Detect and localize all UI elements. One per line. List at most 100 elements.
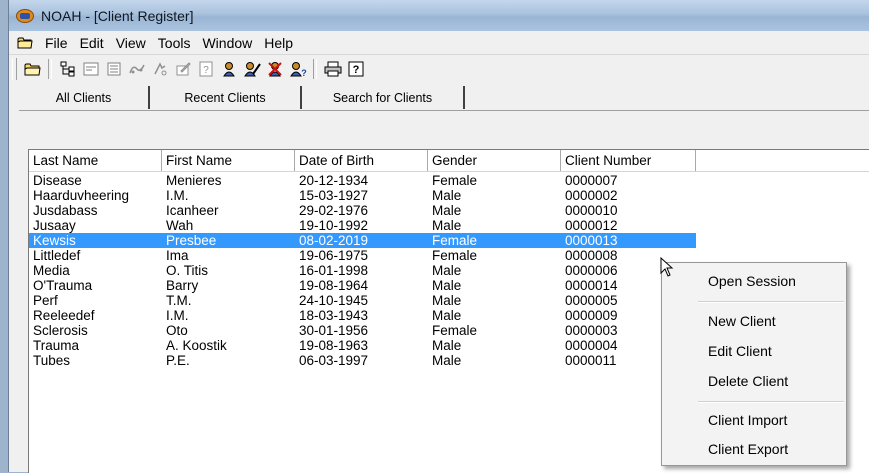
new-client-icon[interactable] bbox=[220, 60, 238, 78]
cell-gender: Male bbox=[432, 203, 462, 218]
cell-first-name: O. Titis bbox=[166, 263, 209, 278]
menu-bar: File Edit View Tools Window Help bbox=[9, 31, 869, 55]
cell-last-name: Haarduvheering bbox=[33, 188, 130, 203]
menu-edit[interactable]: Edit bbox=[74, 35, 110, 51]
table-row[interactable]: Perf T.M. 24-10-1945 Male 0000005 bbox=[29, 293, 696, 308]
delete-client-icon[interactable] bbox=[266, 60, 284, 78]
svg-text:?: ? bbox=[203, 65, 209, 76]
help-icon[interactable]: ? bbox=[347, 60, 365, 78]
cell-date-of-birth: 06-03-1997 bbox=[299, 353, 369, 368]
cell-date-of-birth: 19-06-1975 bbox=[299, 248, 369, 263]
cell-client-number: 0000013 bbox=[565, 233, 618, 248]
find-client-icon[interactable]: ? bbox=[289, 60, 307, 78]
table-row[interactable]: Littledef Ima 19-06-1975 Female 0000008 bbox=[29, 248, 696, 263]
column-header-first-name[interactable]: First Name bbox=[162, 150, 295, 171]
toolbar: ? ? ? bbox=[9, 55, 869, 83]
column-header-gender[interactable]: Gender bbox=[428, 150, 561, 171]
tree-view-icon[interactable] bbox=[59, 60, 77, 78]
menu-item-client-import[interactable]: Client Import bbox=[708, 412, 787, 428]
cell-client-number: 0000007 bbox=[565, 173, 618, 188]
help-question-icon[interactable]: ? bbox=[197, 60, 215, 78]
svg-text:?: ? bbox=[301, 68, 307, 77]
list-header: Last Name First Name Date of Birth Gende… bbox=[29, 150, 869, 172]
card-view-icon[interactable] bbox=[105, 60, 123, 78]
table-row[interactable]: Sclerosis Oto 30-01-1956 Female 0000003 bbox=[29, 323, 696, 338]
cell-last-name: Littledef bbox=[33, 248, 81, 263]
cell-client-number: 0000008 bbox=[565, 248, 618, 263]
menu-tools[interactable]: Tools bbox=[152, 35, 197, 51]
menu-window[interactable]: Window bbox=[196, 35, 258, 51]
cell-first-name: Barry bbox=[166, 278, 199, 293]
menu-help[interactable]: Help bbox=[258, 35, 299, 51]
tab-recent-clients[interactable]: Recent Clients bbox=[150, 86, 302, 109]
cell-date-of-birth: 19-08-1964 bbox=[299, 278, 369, 293]
main-window: NOAH - [Client Register] File Edit View … bbox=[8, 0, 869, 473]
form-view-icon[interactable] bbox=[82, 60, 100, 78]
table-row[interactable]: O'Trauma Barry 19-08-1964 Male 0000014 bbox=[29, 278, 696, 293]
cell-date-of-birth: 29-02-1976 bbox=[299, 203, 369, 218]
cell-date-of-birth: 15-03-1927 bbox=[299, 188, 369, 203]
menu-item-open-session[interactable]: Open Session bbox=[708, 273, 796, 289]
table-row[interactable]: Jusdabass Icanheer 29-02-1976 Male 0000010 bbox=[29, 203, 696, 218]
column-header-filler bbox=[696, 150, 869, 171]
tab-search-for-clients[interactable]: Search for Clients bbox=[302, 86, 465, 109]
client-tabs: All Clients Recent Clients Search for Cl… bbox=[19, 86, 465, 111]
cell-first-name: I.M. bbox=[166, 308, 189, 323]
cell-first-name: A. Koostik bbox=[166, 338, 227, 353]
cell-first-name: Ima bbox=[166, 248, 189, 263]
menu-item-new-client[interactable]: New Client bbox=[708, 313, 776, 329]
menu-item-client-export[interactable]: Client Export bbox=[708, 441, 788, 457]
cell-date-of-birth: 20-12-1934 bbox=[299, 173, 369, 188]
menu-file[interactable]: File bbox=[39, 35, 74, 51]
cell-client-number: 0000010 bbox=[565, 203, 618, 218]
context-menu: Open Session New Client Edit Client Dele… bbox=[661, 262, 847, 466]
column-header-date-of-birth[interactable]: Date of Birth bbox=[295, 150, 428, 171]
folder-icon[interactable] bbox=[17, 36, 33, 49]
cell-date-of-birth: 24-10-1945 bbox=[299, 293, 369, 308]
cell-gender: Female bbox=[432, 248, 478, 263]
cell-gender: Female bbox=[432, 323, 478, 338]
cell-first-name: I.M. bbox=[166, 188, 189, 203]
title-bar[interactable]: NOAH - [Client Register] bbox=[9, 0, 869, 31]
edit-client-icon[interactable] bbox=[243, 60, 261, 78]
tab-divider bbox=[19, 110, 869, 111]
print-icon[interactable] bbox=[324, 60, 342, 78]
cell-gender: Male bbox=[432, 353, 462, 368]
cell-first-name: Presbee bbox=[166, 233, 217, 248]
table-row[interactable]: Tubes P.E. 06-03-1997 Male 0000011 bbox=[29, 353, 696, 368]
edit-journal-icon[interactable] bbox=[174, 60, 192, 78]
table-row[interactable]: Kewsis Presbee 08-02-2019 Female 0000013 bbox=[29, 233, 696, 248]
cell-gender: Female bbox=[432, 173, 478, 188]
noah-app-icon[interactable] bbox=[16, 8, 34, 24]
cell-gender: Male bbox=[432, 308, 462, 323]
cell-last-name: Disease bbox=[33, 173, 82, 188]
open-folder-icon[interactable] bbox=[24, 60, 42, 78]
column-header-client-number[interactable]: Client Number bbox=[561, 150, 696, 171]
table-row[interactable]: Reeleedef I.M. 18-03-1943 Male 0000009 bbox=[29, 308, 696, 323]
menu-item-edit-client[interactable]: Edit Client bbox=[708, 343, 772, 359]
fitting-icon[interactable] bbox=[151, 60, 169, 78]
table-row[interactable]: Media O. Titis 16-01-1998 Male 0000006 bbox=[29, 263, 696, 278]
hearing-measure-icon[interactable] bbox=[128, 60, 146, 78]
mouse-cursor-icon bbox=[660, 257, 674, 277]
cell-first-name: Oto bbox=[166, 323, 188, 338]
toolbar-separator bbox=[48, 59, 52, 79]
window-title: NOAH - [Client Register] bbox=[41, 7, 194, 24]
cell-date-of-birth: 16-01-1998 bbox=[299, 263, 369, 278]
menu-item-delete-client[interactable]: Delete Client bbox=[708, 373, 788, 389]
table-row[interactable]: Jusaay Wah 19-10-1992 Male 0000012 bbox=[29, 218, 696, 233]
tab-all-clients[interactable]: All Clients bbox=[19, 86, 150, 109]
cell-gender: Male bbox=[432, 218, 462, 233]
table-row[interactable]: Disease Menieres 20-12-1934 Female 0000007 bbox=[29, 173, 696, 188]
cell-gender: Male bbox=[432, 338, 462, 353]
cell-date-of-birth: 08-02-2019 bbox=[299, 233, 369, 248]
cell-last-name: Media bbox=[33, 263, 70, 278]
table-row[interactable]: Haarduvheering I.M. 15-03-1927 Male 0000002 bbox=[29, 188, 696, 203]
table-row[interactable]: Trauma A. Koostik 19-08-1963 Male 0000004 bbox=[29, 338, 696, 353]
toolbar-grip[interactable] bbox=[12, 58, 17, 80]
cell-first-name: Menieres bbox=[166, 173, 222, 188]
column-header-last-name[interactable]: Last Name bbox=[29, 150, 162, 171]
cell-last-name: Perf bbox=[33, 293, 58, 308]
cell-last-name: Sclerosis bbox=[33, 323, 88, 338]
menu-view[interactable]: View bbox=[110, 35, 152, 51]
